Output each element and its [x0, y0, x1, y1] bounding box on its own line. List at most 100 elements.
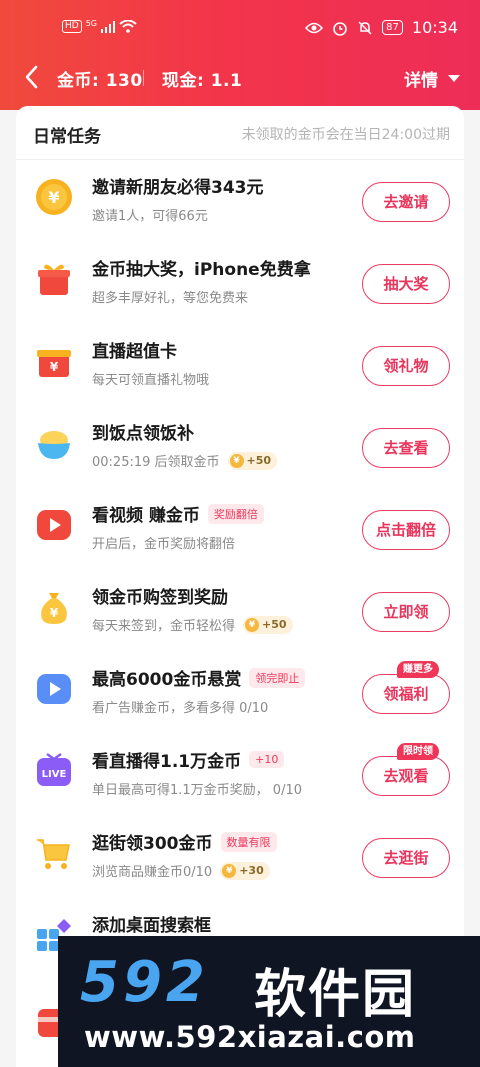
- task-subtitle: 邀请1人，可得66元: [92, 209, 208, 224]
- task-title: 看视频 赚金币: [92, 506, 200, 526]
- coin-reward-badge: ¥ +50: [243, 615, 293, 634]
- cash-balance: 现金: 1.1: [162, 71, 243, 91]
- watermark-overlay: 592 软件园 www.592xiazai.com: [58, 936, 480, 1067]
- back-arrow-icon[interactable]: [20, 62, 44, 92]
- coin-reward-badge: ¥ +50: [227, 451, 278, 470]
- task-subtitle-row: 浏览商品赚金币0/10 ¥ +30: [92, 861, 270, 880]
- reward-amount: +50: [246, 454, 272, 467]
- task-subtitle: 开启后，金币奖励将翻倍: [92, 537, 236, 552]
- lottery-button[interactable]: 抽大奖: [362, 264, 450, 304]
- watermark-logo-text: 软件园: [254, 965, 417, 1025]
- expiry-note: 未领取的金币会在当日24:00过期: [241, 127, 450, 143]
- live-text: LIVE: [42, 769, 67, 780]
- gift-box-icon: [38, 264, 70, 295]
- task-title: 看直播得1.1万金币: [92, 752, 242, 772]
- task-subtitle: 单日最高可得1.1万金币奖励， 0/10: [92, 783, 302, 798]
- rice-bowl-icon: [38, 431, 70, 459]
- hd-badge: HD: [62, 20, 82, 33]
- wifi-icon: [119, 20, 137, 33]
- task-subtitle-row: 每天来签到，金币轻松得 ¥ +50: [92, 615, 293, 634]
- bag-coin-symbol: ¥: [50, 606, 59, 620]
- task-title-row: 看视频 赚金币 奖励翻倍: [92, 501, 264, 526]
- task-subtitle: 浏览商品赚金币0/10: [92, 865, 213, 880]
- small-coin-icon: ¥: [245, 617, 260, 632]
- watch-button[interactable]: 去观看 限时领: [362, 743, 450, 796]
- task-tag: 领完即止: [249, 667, 306, 688]
- gift-button[interactable]: 领礼物: [362, 346, 450, 386]
- welfare-button-label: 领福利: [383, 684, 429, 703]
- battery-indicator: 87: [382, 20, 403, 35]
- network-label: 5G: [85, 19, 97, 28]
- mute-icon: [358, 20, 372, 35]
- task-title-row: 逛街领300金币 数量有限: [92, 829, 277, 854]
- alarm-icon: [333, 21, 347, 36]
- caret-down-icon: [448, 75, 460, 82]
- task-title: 邀请新朋友必得343元: [92, 178, 264, 198]
- task-subtitle: 看广告赚金币，多看多得 0/10: [92, 701, 269, 716]
- task-title: 到饭点领饭补: [92, 424, 194, 444]
- double-reward-button[interactable]: 点击翻倍: [362, 510, 450, 550]
- task-title-row: 看直播得1.1万金币 +10: [92, 747, 285, 772]
- detail-label: 详情: [404, 71, 438, 91]
- task-live-card: ¥ 直播超值卡 每天可领直播礼物哦 领礼物: [16, 325, 464, 407]
- task-subtitle: 每天可领直播礼物哦: [92, 373, 210, 388]
- header: HD 5G 87 10:34 金币: 130 现金: 1.1 详情: [0, 0, 480, 110]
- shopping-cart-icon: [37, 839, 70, 869]
- task-title: 最高6000金币悬赏: [92, 670, 242, 690]
- money-bag-icon: ¥: [41, 593, 67, 624]
- task-tag: 数量有限: [220, 831, 277, 852]
- coin-symbol: ¥: [48, 188, 59, 207]
- countdown-text: 00:25:19 后领取金币: [92, 455, 220, 470]
- shop-button[interactable]: 去逛街: [362, 838, 450, 878]
- task-title: 金币抽大奖，iPhone免费拿: [92, 260, 311, 280]
- video-play-icon: [37, 510, 71, 540]
- signal-icon: [101, 20, 115, 33]
- claim-now-button[interactable]: 立即领: [362, 592, 450, 632]
- task-checkin: ¥ 领金币购签到奖励 每天来签到，金币轻松得 ¥ +50 立即领: [16, 571, 464, 653]
- task-meal-subsidy: 到饭点领饭补 00:25:19 后领取金币 ¥ +50 去查看: [16, 407, 464, 489]
- small-coin-icon: ¥: [222, 863, 237, 878]
- welfare-button[interactable]: 领福利 赚更多: [362, 661, 450, 714]
- view-button[interactable]: 去查看: [362, 428, 450, 468]
- task-title: 逛街领300金币: [92, 834, 213, 854]
- task-tag: 奖励翻倍: [207, 503, 264, 524]
- task-tag: +10: [249, 751, 285, 768]
- header-divider: [143, 70, 144, 86]
- task-shopping: 逛街领300金币 数量有限 浏览商品赚金币0/10 ¥ +30 去逛街: [16, 817, 464, 899]
- section-title: 日常任务: [33, 127, 101, 147]
- task-title-row: 最高6000金币悬赏 领完即止: [92, 665, 306, 690]
- task-title: 领金币购签到奖励: [92, 588, 228, 608]
- status-left: HD 5G: [62, 19, 137, 33]
- watermark-url: www.592xiazai.com: [84, 1020, 416, 1054]
- coin-balance: 金币: 130: [57, 71, 143, 91]
- card-header: 日常任务 未领取的金币会在当日24:00过期: [16, 106, 464, 160]
- task-ad-bounty: 最高6000金币悬赏 领完即止 看广告赚金币，多看多得 0/10 领福利 赚更多: [16, 653, 464, 735]
- gift-coin-symbol: ¥: [50, 360, 59, 374]
- task-invite: ¥ 邀请新朋友必得343元 邀请1人，可得66元 去邀请: [16, 161, 464, 243]
- ad-video-icon: [37, 674, 71, 704]
- navbar: 金币: 130 现金: 1.1 详情: [0, 58, 480, 98]
- eye-icon: [305, 22, 324, 33]
- reward-amount: +50: [262, 618, 287, 631]
- coin-reward-badge: ¥ +30: [220, 861, 270, 880]
- daily-tasks-card: 日常任务 未领取的金币会在当日24:00过期 ¥ 邀请新朋友必得343元 邀请1…: [16, 106, 464, 1067]
- limited-time-badge: 限时领: [397, 743, 439, 760]
- task-lottery: 金币抽大奖，iPhone免费拿 超多丰厚好礼，等您免费来 抽大奖: [16, 243, 464, 325]
- watermark-logo: 592: [80, 950, 209, 1015]
- task-watch-live: LIVE 看直播得1.1万金币 +10 单日最高可得1.1万金币奖励， 0/10…: [16, 735, 464, 817]
- task-title: 添加桌面搜索框: [92, 916, 211, 936]
- clock-time: 10:34: [411, 18, 458, 37]
- task-subtitle-row: 00:25:19 后领取金币 ¥ +50: [92, 451, 278, 470]
- status-right: 87 10:34: [305, 18, 458, 37]
- red-gift-icon: ¥: [37, 350, 71, 377]
- detail-dropdown[interactable]: 详情: [404, 66, 460, 91]
- task-watch-video: 看视频 赚金币 奖励翻倍 开启后，金币奖励将翻倍 点击翻倍: [16, 489, 464, 571]
- earn-more-badge: 赚更多: [397, 661, 439, 678]
- live-tv-icon: LIVE: [37, 752, 71, 786]
- watch-button-label: 去观看: [383, 766, 429, 785]
- small-coin-icon: ¥: [229, 453, 244, 468]
- status-bar: HD 5G 87 10:34: [0, 0, 480, 56]
- invite-button[interactable]: 去邀请: [362, 182, 450, 222]
- task-subtitle: 每天来签到，金币轻松得: [92, 619, 236, 634]
- reward-amount: +30: [239, 864, 264, 877]
